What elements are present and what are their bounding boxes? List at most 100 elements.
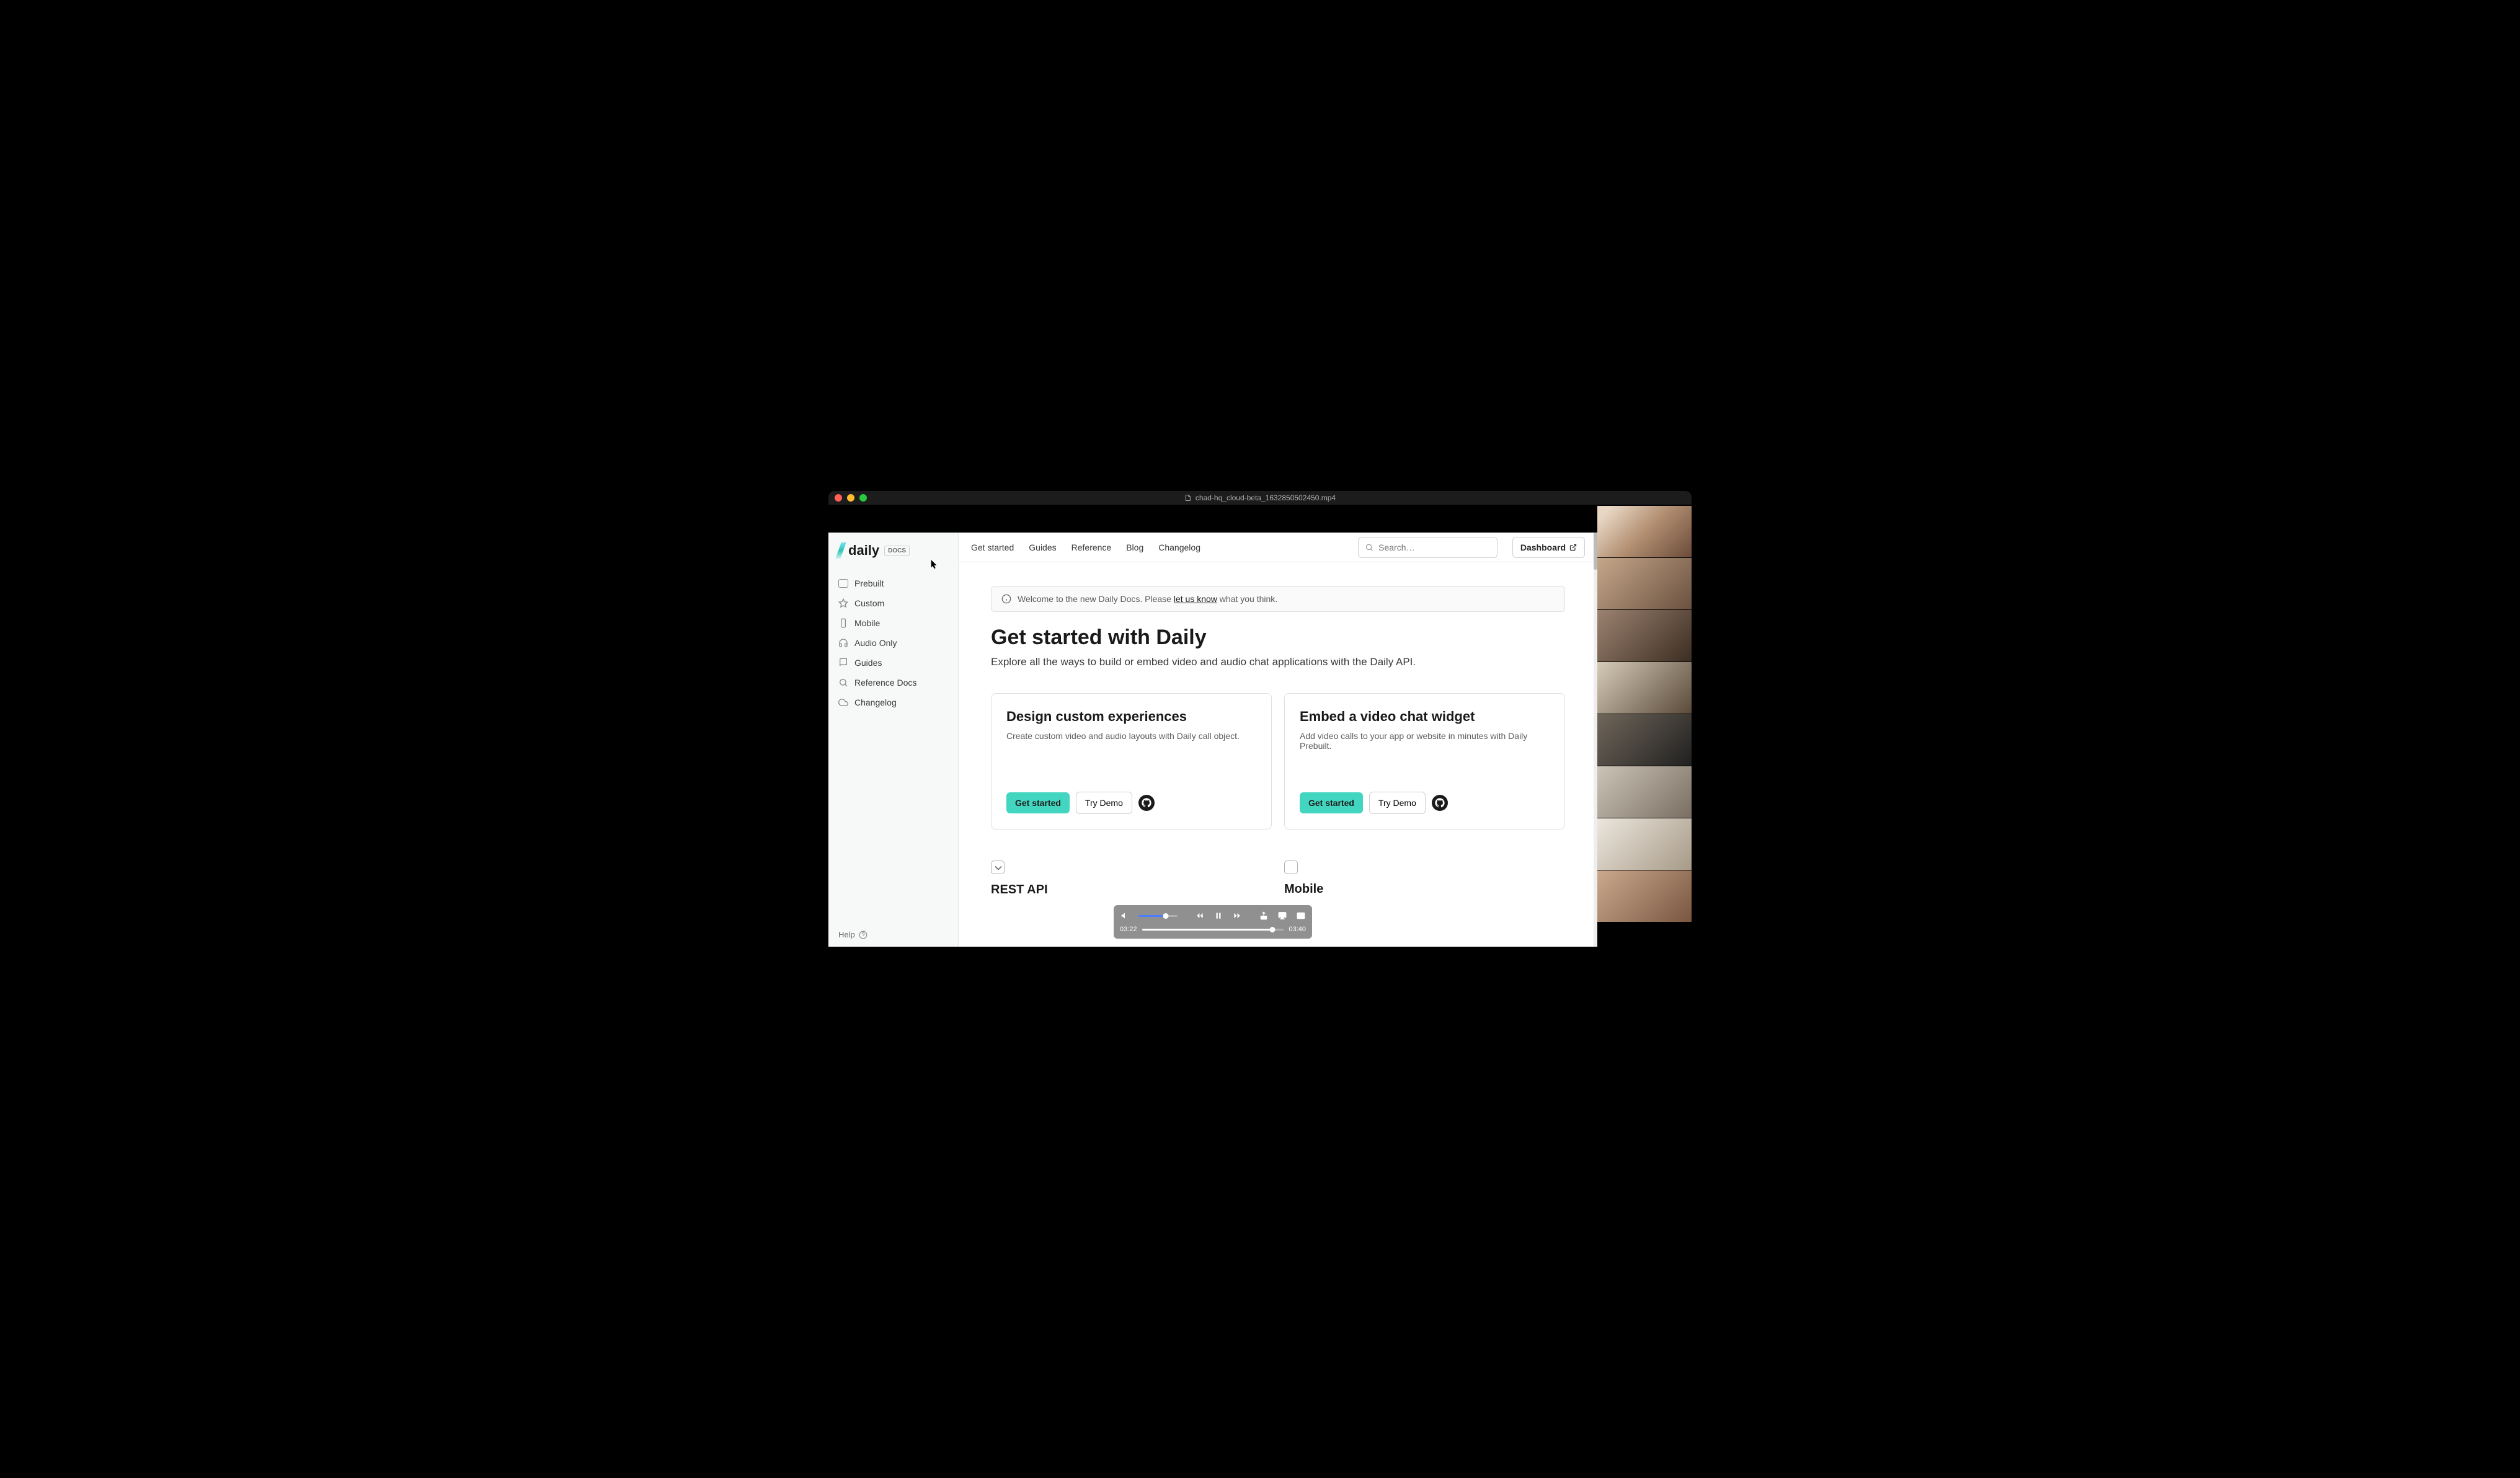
help-label: Help xyxy=(838,930,855,939)
external-link-icon xyxy=(1569,544,1577,551)
titlebar: chad-hq_cloud-beta_1632850502450.mp4 xyxy=(828,491,1692,505)
document-icon xyxy=(1184,494,1192,502)
fast-forward-button[interactable] xyxy=(1232,911,1242,921)
volume-slider[interactable] xyxy=(1138,915,1178,917)
sidebar-label: Reference Docs xyxy=(854,678,916,688)
help-icon xyxy=(859,931,867,939)
nav-blog[interactable]: Blog xyxy=(1126,542,1143,552)
pip-button[interactable] xyxy=(1296,911,1306,921)
section-title: REST API xyxy=(991,883,1272,897)
docs-badge: DOCS xyxy=(884,546,910,556)
mobile-icon xyxy=(1284,861,1298,874)
sidebar-item-audio-only[interactable]: Audio Only xyxy=(828,633,958,653)
participant-strip xyxy=(1597,505,1692,987)
window-controls xyxy=(835,494,867,502)
video-letterbox-top xyxy=(828,505,1597,533)
search-icon xyxy=(838,678,848,688)
sidebar-label: Changelog xyxy=(854,697,897,707)
sidebar-label: Audio Only xyxy=(854,638,897,648)
playback-time-total: 03:40 xyxy=(1289,926,1306,933)
card-desc: Create custom video and audio layouts wi… xyxy=(1006,731,1256,741)
rewind-button[interactable] xyxy=(1195,911,1205,921)
participant-tile[interactable] xyxy=(1597,558,1692,610)
play-pause-button[interactable] xyxy=(1213,911,1223,921)
sidebar-item-mobile[interactable]: Mobile xyxy=(828,613,958,633)
participant-tile[interactable] xyxy=(1597,870,1692,923)
prebuilt-icon xyxy=(838,579,848,588)
card-title: Embed a video chat widget xyxy=(1300,709,1550,725)
participant-tile[interactable] xyxy=(1597,766,1692,818)
brand-logo[interactable]: daily DOCS xyxy=(828,533,958,573)
notice-prefix: Welcome to the new Daily Docs. Please xyxy=(1018,594,1174,604)
sidebar-label: Mobile xyxy=(854,618,880,628)
card-desc: Add video calls to your app or website i… xyxy=(1300,731,1550,751)
sidebar: daily DOCS Prebuilt Custom xyxy=(828,533,959,947)
participant-tile[interactable] xyxy=(1597,610,1692,662)
github-icon xyxy=(1142,798,1151,808)
volume-icon xyxy=(1120,911,1129,920)
nav-get-started[interactable]: Get started xyxy=(971,542,1014,552)
notice-banner: Welcome to the new Daily Docs. Please le… xyxy=(991,586,1565,612)
scrollbar-thumb[interactable] xyxy=(1594,533,1597,570)
participant-tile[interactable] xyxy=(1597,506,1692,558)
participant-tile[interactable] xyxy=(1597,714,1692,766)
notice-link[interactable]: let us know xyxy=(1174,594,1217,604)
share-button[interactable] xyxy=(1259,911,1269,921)
notice-suffix: what you think. xyxy=(1217,594,1277,604)
star-icon xyxy=(838,598,848,608)
cloud-icon xyxy=(838,697,848,707)
sidebar-item-reference-docs[interactable]: Reference Docs xyxy=(828,673,958,693)
sidebar-label: Guides xyxy=(854,658,882,668)
participant-tile[interactable] xyxy=(1597,818,1692,870)
app-window: chad-hq_cloud-beta_1632850502450.mp4 dai… xyxy=(828,491,1692,987)
window-filename: chad-hq_cloud-beta_1632850502450.mp4 xyxy=(1196,493,1336,502)
sidebar-item-guides[interactable]: Guides xyxy=(828,653,958,673)
dashboard-button[interactable]: Dashboard xyxy=(1512,537,1585,558)
get-started-button[interactable]: Get started xyxy=(1300,792,1363,813)
sidebar-label: Prebuilt xyxy=(854,578,884,588)
nav-guides[interactable]: Guides xyxy=(1029,542,1056,552)
search-box[interactable] xyxy=(1358,537,1497,558)
github-icon xyxy=(1435,798,1445,808)
minimize-window-button[interactable] xyxy=(847,494,854,502)
rewind-icon xyxy=(1196,911,1204,920)
page-lead: Explore all the ways to build or embed v… xyxy=(991,656,1565,668)
help-link[interactable]: Help xyxy=(828,923,958,947)
nav-changelog[interactable]: Changelog xyxy=(1158,542,1200,552)
sidebar-item-prebuilt[interactable]: Prebuilt xyxy=(828,573,958,593)
maximize-window-button[interactable] xyxy=(859,494,867,502)
search-icon xyxy=(1365,542,1373,552)
window-title: chad-hq_cloud-beta_1632850502450.mp4 xyxy=(1184,493,1336,502)
github-link[interactable] xyxy=(1138,795,1155,811)
participant-tile[interactable] xyxy=(1597,662,1692,714)
try-demo-button[interactable]: Try Demo xyxy=(1369,792,1426,814)
airplay-button[interactable] xyxy=(1277,911,1287,921)
section-mobile[interactable]: Mobile xyxy=(1284,861,1565,897)
sidebar-item-changelog[interactable]: Changelog xyxy=(828,693,958,712)
sidebar-item-custom[interactable]: Custom xyxy=(828,593,958,613)
page-title: Get started with Daily xyxy=(991,626,1565,650)
volume-button[interactable] xyxy=(1120,911,1130,921)
try-demo-button[interactable]: Try Demo xyxy=(1076,792,1132,814)
section-rest-api[interactable]: REST API xyxy=(991,861,1272,897)
scrollbar[interactable] xyxy=(1594,533,1597,947)
card-custom-experiences: Design custom experiences Create custom … xyxy=(991,693,1272,830)
nav-reference[interactable]: Reference xyxy=(1071,542,1112,552)
video-letterbox-bottom xyxy=(828,947,1597,987)
sidebar-label: Custom xyxy=(854,598,884,608)
page-content: Welcome to the new Daily Docs. Please le… xyxy=(959,562,1597,947)
card-embed-widget: Embed a video chat widget Add video call… xyxy=(1284,693,1565,830)
share-icon xyxy=(1259,911,1268,920)
playback-time-current: 03:22 xyxy=(1120,926,1137,933)
card-title: Design custom experiences xyxy=(1006,709,1256,725)
get-started-button[interactable]: Get started xyxy=(1006,792,1070,813)
github-link[interactable] xyxy=(1432,795,1448,811)
seek-slider[interactable] xyxy=(1142,929,1284,931)
close-window-button[interactable] xyxy=(835,494,842,502)
webpage: daily DOCS Prebuilt Custom xyxy=(828,533,1597,947)
search-input[interactable] xyxy=(1378,542,1491,552)
terminal-icon xyxy=(991,861,1005,874)
pause-icon xyxy=(1214,911,1223,920)
mobile-icon xyxy=(838,618,848,628)
playback-controls: 03:22 03:40 xyxy=(1114,905,1312,939)
